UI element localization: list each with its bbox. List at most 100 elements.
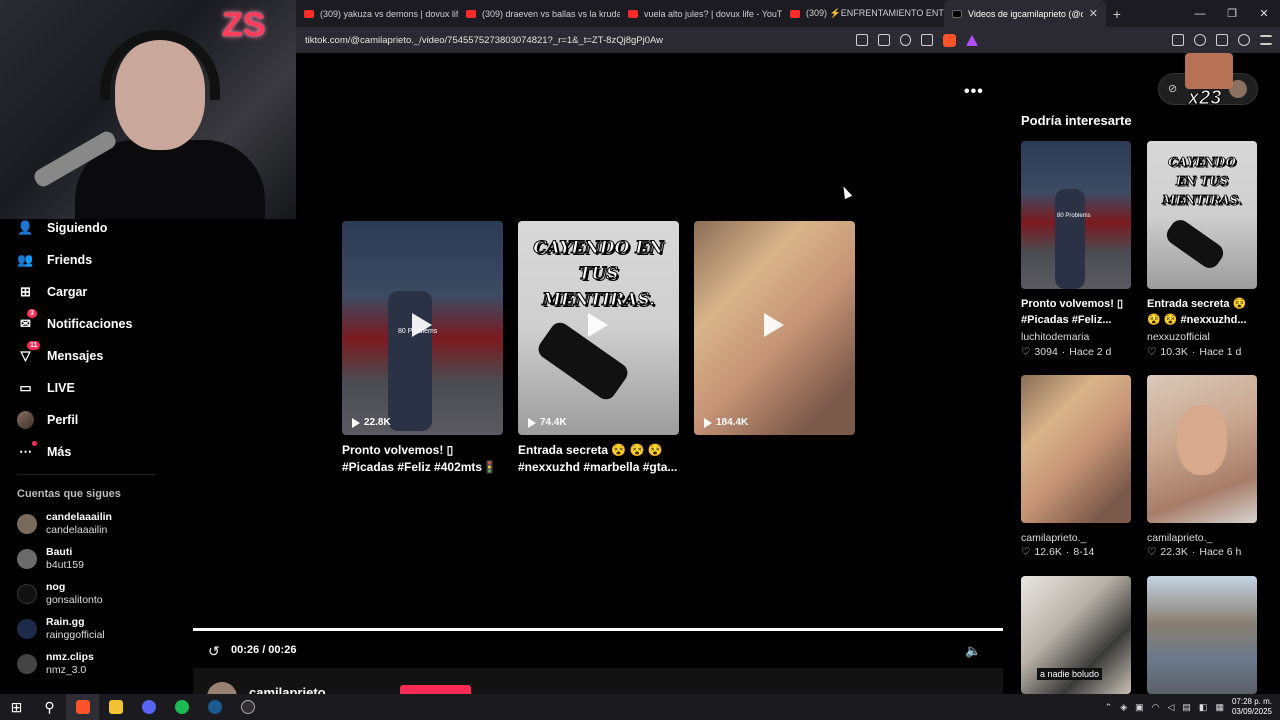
- close-tab-icon[interactable]: ✕: [1089, 7, 1098, 20]
- suggested-video-card[interactable]: 80 Problems: [1021, 141, 1131, 289]
- sidebar-item-perfil[interactable]: Perfil: [0, 404, 192, 436]
- progress-bar[interactable]: [193, 628, 1003, 631]
- suggested-video-card[interactable]: [1147, 375, 1257, 523]
- sidebar-item-mensajes[interactable]: ▽ 11 Mensajes: [0, 340, 192, 372]
- video-card[interactable]: 80 Problems 22.8K: [342, 221, 503, 435]
- suggested-user[interactable]: luchitodemaria: [1021, 331, 1089, 343]
- compass-icon[interactable]: ⊘: [1168, 82, 1177, 95]
- new-tab-button[interactable]: +: [1106, 6, 1128, 22]
- suggested-stats: ♡ 12.6K · 8-14: [1021, 546, 1095, 558]
- playback-time: 00:26 / 00:26: [231, 644, 297, 656]
- cast-icon[interactable]: [877, 34, 890, 46]
- volume-icon[interactable]: 🔈: [965, 643, 981, 659]
- suggested-video-card[interactable]: [1021, 375, 1131, 523]
- followed-account[interactable]: nog gonsalitonto: [0, 576, 192, 611]
- person-figure: [1055, 189, 1085, 289]
- wifi-icon[interactable]: ◠: [1152, 702, 1160, 713]
- sidebar-item-mas[interactable]: ⋯ Más: [0, 436, 192, 468]
- clock[interactable]: 07:28 p. m. 03/09/2025: [1232, 697, 1272, 717]
- suggested-stats: ♡ 10.3K · Hace 1 d: [1147, 346, 1242, 358]
- suggested-user[interactable]: camilaprieto._: [1021, 532, 1086, 544]
- browser-tab[interactable]: (309) draeven vs ballas vs la kruda | do…: [458, 0, 620, 27]
- account-handle: b4ut159: [46, 558, 84, 571]
- video-caption[interactable]: Entrada secreta 😵 😵 😵 #nexxuzhd #marbell…: [518, 442, 684, 476]
- reader-mode-icon[interactable]: [856, 34, 868, 46]
- followed-account[interactable]: Bauti b4ut159: [0, 541, 192, 576]
- webcam-overlay: ZS: [0, 0, 296, 219]
- suggested-user[interactable]: nexxuzofficial: [1147, 331, 1210, 343]
- friends-icon: 👥: [17, 252, 34, 267]
- sidebar-item-notificaciones[interactable]: ✉ 3 Notificaciones: [0, 308, 192, 340]
- chevron-up-icon[interactable]: ⌃: [1105, 702, 1113, 713]
- browser-tab[interactable]: vuela alto jules? | dovux life - YouTube: [620, 0, 782, 27]
- video-card[interactable]: CAYENDO EN TUS MENTIRAS. 74.4K: [518, 221, 679, 435]
- video-card[interactable]: 184.4K: [694, 221, 855, 435]
- sidebar-item-friends[interactable]: 👥 Friends: [0, 244, 192, 276]
- sidebar-item-cargar[interactable]: ⊞ Cargar: [0, 276, 192, 308]
- minimize-icon[interactable]: —: [1184, 0, 1216, 27]
- browser-tab[interactable]: (309) yakuza vs demons | dovux life -: [296, 0, 458, 27]
- obs-icon[interactable]: [231, 694, 264, 720]
- replay-icon[interactable]: ↺: [208, 643, 220, 660]
- avatar: [17, 618, 37, 639]
- menu-icon[interactable]: [1260, 35, 1272, 45]
- close-window-icon[interactable]: ✕: [1248, 0, 1280, 27]
- url-field[interactable]: tiktok.com/@camilaprieto._/video/7545575…: [296, 35, 856, 46]
- suggested-video-card[interactable]: [1147, 576, 1257, 694]
- messages-icon: ▽ 11: [17, 340, 41, 365]
- search-icon[interactable]: ⚲: [33, 694, 66, 720]
- video-overlay-text: CAYENDO EN TUS MENTIRAS.: [533, 238, 664, 311]
- account-name: Rain.gg: [46, 615, 85, 628]
- video-overlay-text: CAYENDO EN TUS MENTIRAS.: [1162, 155, 1242, 208]
- more-options-button[interactable]: •••: [964, 83, 984, 101]
- file-explorer-icon[interactable]: [99, 694, 132, 720]
- restore-icon[interactable]: ❐: [1216, 0, 1248, 27]
- view-count: 74.4K: [528, 417, 567, 428]
- brave-shields-icon[interactable]: [943, 33, 956, 47]
- browser-tab[interactable]: (309) ⚡ENFRENTAMIENTO ENTRE LA: [782, 0, 944, 27]
- emote-count: x23: [1187, 87, 1222, 110]
- zoom-icon[interactable]: [899, 34, 912, 46]
- video-overlay-text: a nadie boludo: [1037, 668, 1103, 680]
- followed-account[interactable]: Rain.gg rainggofficial: [0, 611, 192, 646]
- sidebar-item-siguiendo[interactable]: 👤 Siguiendo: [0, 212, 192, 244]
- video-caption[interactable]: Pronto volvemos! ▯ #Picadas #Feliz #402m…: [342, 442, 508, 476]
- suggested-video-card[interactable]: CAYENDO EN TUS MENTIRAS.: [1147, 141, 1257, 289]
- person-figure: [388, 291, 432, 431]
- media-icon[interactable]: [1194, 34, 1206, 46]
- sidebar-item-label: Mensajes: [47, 349, 104, 363]
- suggested-video-card[interactable]: a nadie boludo: [1021, 576, 1131, 694]
- author-row: camilaprieto: [193, 668, 1003, 712]
- suggested-user[interactable]: camilaprieto._: [1147, 532, 1212, 544]
- steam-icon[interactable]: [198, 694, 231, 720]
- left-sidebar: 👤 Siguiendo 👥 Friends ⊞ Cargar ✉ 3 Notifi…: [0, 219, 192, 694]
- followed-account[interactable]: nmz.clips nmz_3.0: [0, 646, 192, 681]
- sidebar-panel-icon[interactable]: [1172, 34, 1184, 46]
- sidebar-item-label: Notificaciones: [47, 317, 133, 331]
- language-icon[interactable]: ▦: [1215, 702, 1224, 713]
- spotify-icon[interactable]: [165, 694, 198, 720]
- network-icon[interactable]: ◈: [1120, 702, 1127, 713]
- vpn-icon[interactable]: [1238, 34, 1250, 46]
- windows-start-icon[interactable]: ⊞: [0, 694, 33, 720]
- tiktok-icon: [952, 9, 962, 18]
- share-icon[interactable]: [921, 34, 934, 46]
- suggested-caption[interactable]: Pronto volvemos! ▯ #Picadas #Feliz...: [1021, 296, 1136, 328]
- youtube-icon: [466, 9, 476, 18]
- app-tray-icon[interactable]: ▣: [1135, 702, 1144, 713]
- following-icon: 👤: [17, 220, 34, 235]
- sidebar-item-live[interactable]: ▭ LIVE: [0, 372, 192, 404]
- app-tray-icon[interactable]: ◧: [1199, 702, 1208, 713]
- brave-rewards-icon[interactable]: [966, 34, 978, 46]
- volume-tray-icon[interactable]: ◁: [1167, 702, 1174, 713]
- split-view-icon[interactable]: [1216, 34, 1228, 46]
- brave-browser-icon[interactable]: [66, 694, 99, 720]
- browser-tab-active[interactable]: Videos de igcamilaprieto (@camilaprieto.…: [944, 0, 1106, 27]
- followed-account[interactable]: candelaaailin candelaaailin: [0, 506, 192, 541]
- discord-icon[interactable]: [132, 694, 165, 720]
- account-name: nmz.clips: [46, 650, 94, 663]
- app-tray-icon[interactable]: ▤: [1182, 702, 1191, 713]
- youtube-icon: [790, 9, 800, 18]
- more-dots-icon: ⋯: [17, 440, 37, 461]
- suggested-caption[interactable]: Entrada secreta 😵 😵 😵 #nexxuzhd...: [1147, 296, 1262, 328]
